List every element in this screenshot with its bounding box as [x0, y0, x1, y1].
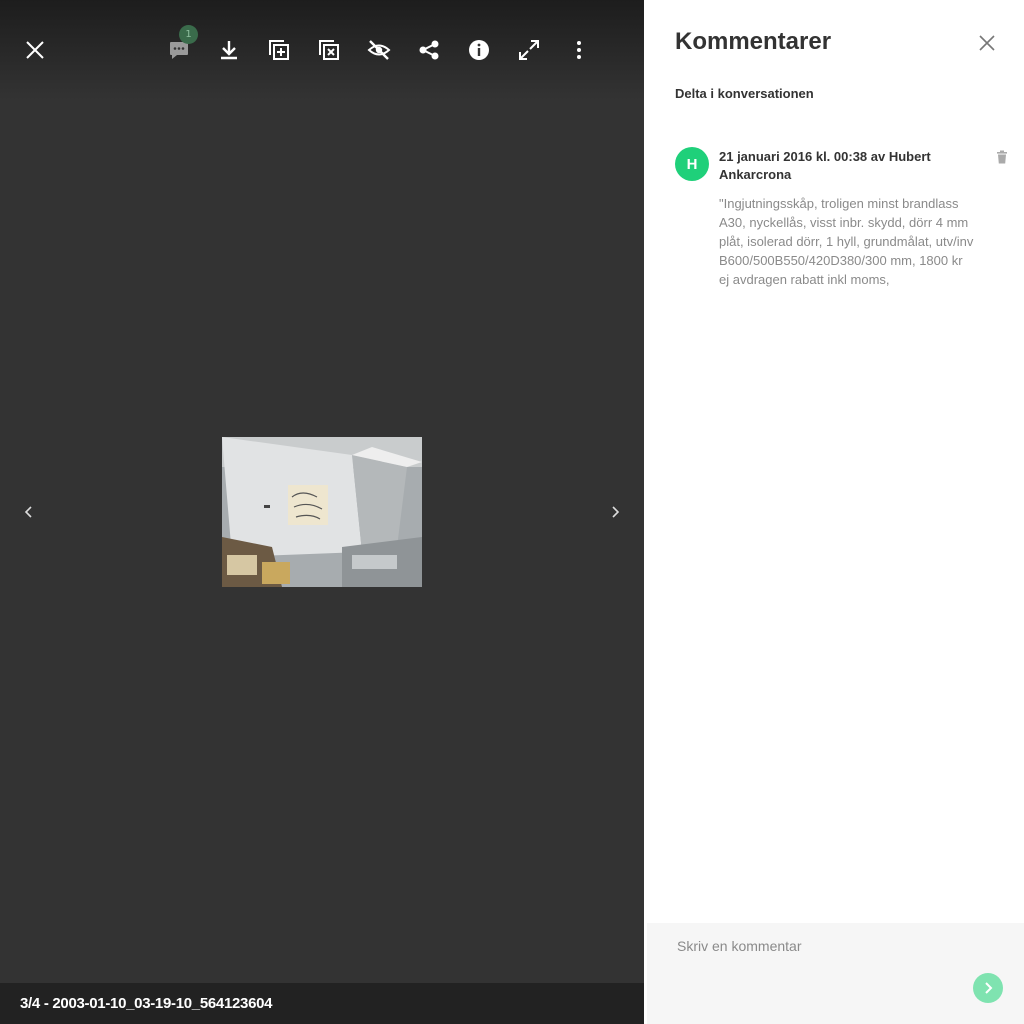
close-panel-button[interactable] — [974, 30, 1000, 56]
comment-body: "Ingjutningsskåp, troligen minst brandla… — [719, 196, 974, 287]
send-comment-button[interactable] — [973, 973, 1003, 1003]
close-icon — [26, 41, 44, 59]
download-button[interactable] — [213, 34, 245, 66]
photo-viewer: 1 3/4 - 2003-01-10_03-19-10_564123604 — [0, 0, 644, 1024]
download-icon — [221, 41, 237, 60]
share-icon — [419, 40, 439, 60]
viewer-toolbar: 1 — [0, 0, 644, 100]
info-icon — [469, 40, 489, 60]
next-photo-button[interactable] — [601, 498, 629, 526]
add-to-album-button[interactable] — [263, 34, 295, 66]
hide-button[interactable] — [363, 34, 395, 66]
share-button[interactable] — [413, 34, 445, 66]
add-to-album-icon — [269, 40, 289, 60]
panel-title: Kommentarer — [675, 28, 832, 55]
chevron-right-icon — [985, 982, 993, 994]
chevron-left-icon — [24, 506, 32, 518]
comment-count-badge: 1 — [179, 25, 198, 44]
join-conversation-label: Delta i konversationen — [675, 86, 814, 101]
fullscreen-button[interactable] — [513, 34, 545, 66]
comments-panel: Kommentarer Delta i konversationen H 21 … — [644, 0, 1024, 1024]
avatar: H — [675, 147, 709, 181]
comment-composer — [647, 923, 1024, 1024]
previous-photo-button[interactable] — [15, 498, 43, 526]
delete-comment-button[interactable] — [995, 149, 1009, 164]
trash-icon — [997, 150, 1007, 164]
close-icon — [979, 35, 995, 51]
photo-footer: 3/4 - 2003-01-10_03-19-10_564123604 — [0, 983, 644, 1024]
close-viewer-button[interactable] — [19, 34, 51, 66]
remove-from-album-icon — [319, 40, 339, 60]
more-icon — [577, 41, 581, 59]
photo — [222, 437, 422, 587]
more-options-button[interactable] — [563, 34, 595, 66]
photo-caption: 3/4 - 2003-01-10_03-19-10_564123604 — [20, 995, 273, 1012]
info-button[interactable] — [463, 34, 495, 66]
chevron-right-icon — [612, 506, 620, 518]
remove-from-album-button[interactable] — [313, 34, 345, 66]
comment-input[interactable] — [675, 937, 979, 955]
hide-icon — [367, 40, 391, 60]
comment-header: 21 januari 2016 kl. 00:38 av Hubert Anka… — [719, 149, 931, 182]
fullscreen-icon — [519, 40, 539, 60]
